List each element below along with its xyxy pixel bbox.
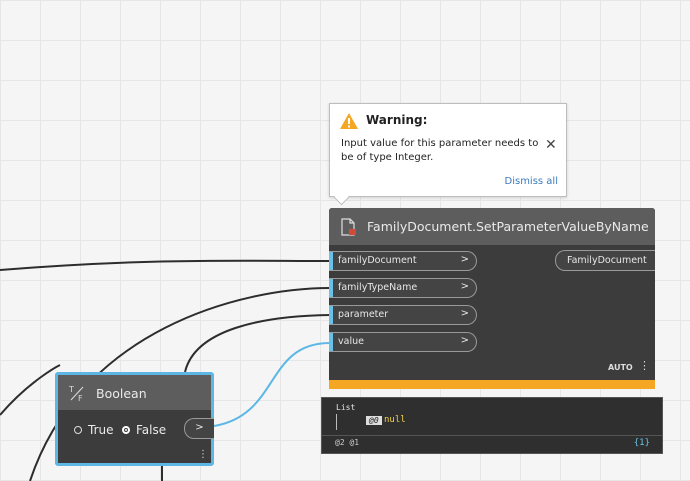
chevron-right-icon[interactable]: > <box>461 254 469 265</box>
svg-text:T: T <box>68 385 74 394</box>
port-indicator <box>329 306 333 324</box>
svg-text:F: F <box>78 394 83 402</box>
node-header[interactable]: FamilyDocument.SetParameterValueByName <box>329 208 655 245</box>
input-port-familydocument[interactable]: familyDocument > <box>329 251 477 271</box>
radio-unselected-icon <box>74 426 82 434</box>
lacing-label[interactable]: AUTO <box>608 363 633 372</box>
preview-levels: @2 @1 <box>335 438 360 447</box>
chevron-right-icon[interactable]: > <box>461 281 469 292</box>
preview-footer-divider <box>322 435 662 436</box>
node-title: FamilyDocument.SetParameterValueByName <box>367 219 649 234</box>
wire-left-lower <box>0 364 61 416</box>
more-options-icon[interactable]: ⋮ <box>639 360 650 371</box>
wire-parameter <box>184 314 331 373</box>
radio-true[interactable]: True <box>74 423 114 437</box>
warning-popup: Warning: ✕ Input value for this paramete… <box>329 103 567 197</box>
warning-title: Warning: <box>366 113 428 127</box>
preview-list-label: List <box>336 403 356 412</box>
preview-count: {1} <box>633 438 650 448</box>
boolean-node[interactable]: T F Boolean True False > ⋮ <box>55 372 214 466</box>
close-icon[interactable]: ✕ <box>545 138 557 152</box>
wire-familydocument <box>0 259 331 271</box>
dismiss-all-link[interactable]: Dismiss all <box>505 176 559 187</box>
warning-status-bar <box>329 380 655 389</box>
tree-line <box>336 414 337 430</box>
more-options-icon[interactable]: ⋮ <box>198 450 208 460</box>
chevron-right-icon[interactable]: > <box>461 335 469 346</box>
document-icon <box>341 218 356 236</box>
warning-message: Input value for this parameter needs to … <box>341 138 539 163</box>
node-header[interactable]: T F Boolean <box>58 375 211 410</box>
input-port-familytypename[interactable]: familyTypeName > <box>329 278 477 298</box>
radio-selected-icon <box>122 426 130 434</box>
node-title: Boolean <box>96 386 147 401</box>
port-label: familyDocument <box>338 255 417 266</box>
port-indicator <box>329 333 333 351</box>
port-label: value <box>338 336 364 347</box>
port-indicator <box>329 279 333 297</box>
input-port-parameter[interactable]: parameter > <box>329 305 477 325</box>
port-label: parameter <box>338 309 389 320</box>
warning-triangle-icon <box>340 113 358 129</box>
radio-label: False <box>136 423 167 437</box>
port-indicator <box>329 252 333 270</box>
output-port[interactable]: > <box>184 418 214 439</box>
wire-value <box>213 342 331 427</box>
radio-label: True <box>88 423 114 437</box>
output-label: FamilyDocument <box>567 255 647 266</box>
true-false-icon: T F <box>68 385 84 402</box>
setparametervaluebyname-node[interactable]: FamilyDocument.SetParameterValueByName f… <box>329 208 655 389</box>
chevron-right-icon[interactable]: > <box>461 308 469 319</box>
preview-bubble[interactable]: List @0 null @2 @1 {1} <box>321 397 663 454</box>
output-port-familydocument[interactable]: FamilyDocument <box>555 250 655 271</box>
port-label: familyTypeName <box>338 282 418 293</box>
input-port-value[interactable]: value > <box>329 332 477 352</box>
preview-value: null <box>384 415 406 425</box>
preview-index: @0 <box>366 416 382 425</box>
radio-false[interactable]: False <box>122 423 166 437</box>
